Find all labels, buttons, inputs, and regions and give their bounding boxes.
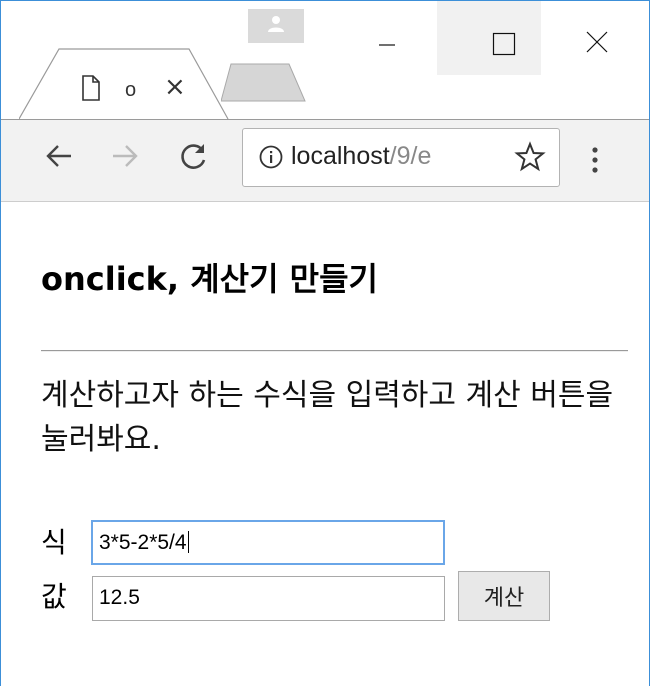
tab-close-button[interactable]: × (164, 74, 186, 100)
info-icon[interactable] (259, 145, 283, 169)
expr-label: 식 (41, 526, 67, 559)
page-heading: onclick, 계산기 만들기 (41, 260, 378, 298)
minimize-icon (379, 44, 395, 46)
value-input[interactable]: 12.5 (92, 576, 445, 621)
minimize-button[interactable] (333, 1, 437, 75)
close-icon (586, 31, 608, 53)
menu-icon[interactable] (591, 146, 599, 174)
reload-icon[interactable] (179, 142, 209, 172)
page-content: onclick, 계산기 만들기 계산하고자 하는 수식을 입력하고 계산 버튼… (1, 202, 649, 687)
profile-button[interactable] (248, 9, 304, 43)
close-window-button[interactable] (545, 1, 649, 75)
expr-input-value: 3*5-2*5/4 (99, 531, 187, 554)
maximize-button[interactable] (437, 1, 541, 75)
description-text: 계산하고자 하는 수식을 입력하고 계산 버튼을 눌러봐요. (41, 378, 614, 457)
value-label: 값 (41, 580, 67, 613)
url-path: /9/e (389, 142, 432, 170)
divider (41, 350, 628, 352)
title-bar: o × (1, 1, 649, 120)
address-bar[interactable]: localhost/9/e (242, 128, 560, 187)
tab-title: o (125, 79, 137, 101)
maximize-icon (492, 32, 516, 56)
forward-icon[interactable] (111, 142, 139, 170)
expr-input[interactable]: 3*5-2*5/4 (91, 520, 445, 565)
value-input-value: 12.5 (99, 586, 140, 609)
profile-icon (268, 16, 284, 32)
address-url[interactable]: localhost/9/e (291, 142, 513, 171)
star-icon[interactable] (514, 141, 546, 173)
url-host: localhost (291, 142, 390, 170)
new-tab-button[interactable] (221, 63, 313, 103)
browser-toolbar: localhost/9/e (1, 120, 649, 202)
page-icon (82, 75, 100, 101)
calculate-button[interactable]: 계산 (458, 571, 550, 621)
browser-window: o × localhost/9/e onclick, 계산기 만들기 계산하고자… (0, 0, 650, 686)
tab-active[interactable] (19, 48, 229, 120)
back-icon[interactable] (45, 142, 73, 170)
text-caret (187, 531, 189, 553)
